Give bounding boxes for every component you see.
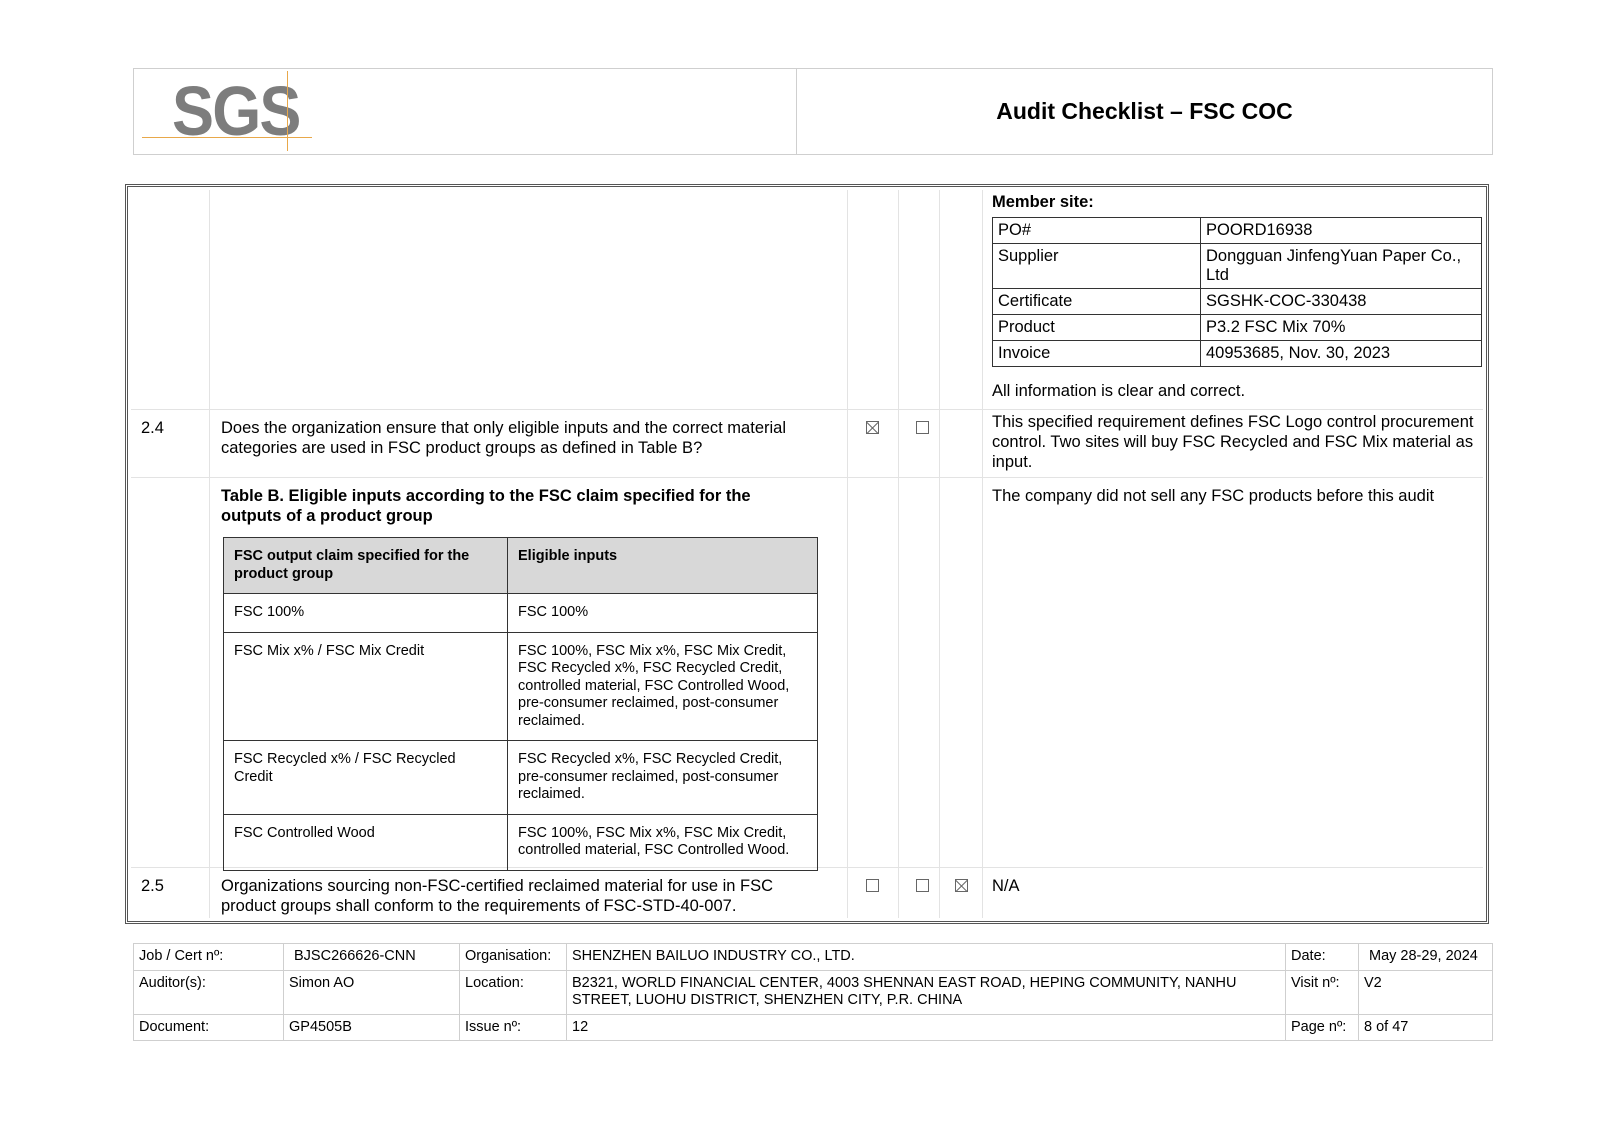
footer-value: Simon AO	[283, 969, 460, 1015]
footer-label: Organisation:	[459, 943, 567, 971]
auditor-comment: N/A	[992, 877, 1020, 895]
logo-accent-line	[287, 71, 288, 151]
footer-value: SHENZHEN BAILUO INDUSTRY CO., LTD.	[566, 943, 1286, 971]
requirement-question: Organizations sourcing non-FSC-certified…	[221, 877, 774, 915]
eligible-inputs-cell: FSC 100%, FSC Mix x%, FSC Mix Credit, FS…	[507, 631, 818, 741]
footer-label: Date:	[1285, 943, 1359, 971]
na-checkbox[interactable]	[955, 879, 968, 892]
footer-label: Auditor(s):	[133, 969, 284, 1015]
footer-value: BJSC266626-CNN	[283, 943, 460, 971]
column-divider	[982, 190, 983, 918]
table-b: FSC output claim specified for the produ…	[223, 537, 818, 871]
table-row: Document: GP4505B Issue nº: 12 Page nº: …	[133, 1013, 1493, 1041]
auditor-comment: This specified requirement defines FSC L…	[992, 413, 1474, 471]
auditor-comment: The company did not sell any FSC product…	[992, 487, 1435, 505]
eligible-inputs-cell: FSC Recycled x%, FSC Recycled Credit, pr…	[507, 740, 818, 815]
table-row: PO# POORD16938	[992, 217, 1482, 244]
requirement-question: Does the organization ensure that only e…	[221, 419, 786, 457]
table-row: Auditor(s): Simon AO Location: B2321, WO…	[133, 969, 1493, 1015]
no-checkbox[interactable]	[916, 421, 929, 434]
table-row: FSC Recycled x% / FSC Recycled Credit FS…	[223, 740, 818, 815]
footer-value: 12	[566, 1013, 1286, 1041]
column-header: FSC output claim specified for the produ…	[223, 537, 508, 594]
eligible-inputs-cell: FSC 100%	[507, 593, 818, 633]
checklist-table: Member site: PO# POORD16938 Supplier Don…	[125, 184, 1489, 924]
table-row: FSC Controlled Wood FSC 100%, FSC Mix x%…	[223, 813, 818, 871]
column-header: Eligible inputs	[507, 537, 818, 594]
member-site-note: All information is clear and correct.	[992, 382, 1246, 400]
member-field-label: Invoice	[992, 340, 1201, 367]
page-header: SGS Audit Checklist – FSC COC	[133, 68, 1493, 155]
output-claim-cell: FSC 100%	[223, 593, 508, 633]
member-field-value: SGSHK-COC-330438	[1200, 288, 1482, 315]
output-claim-cell: FSC Mix x% / FSC Mix Credit	[223, 631, 508, 741]
member-site-table: PO# POORD16938 Supplier Dongguan Jinfeng…	[992, 217, 1482, 367]
member-field-value: 40953685, Nov. 30, 2023	[1200, 340, 1482, 367]
footer-value: V2	[1358, 969, 1493, 1015]
member-field-value: Dongguan JinfengYuan Paper Co., Ltd	[1200, 243, 1482, 289]
member-field-value: P3.2 FSC Mix 70%	[1200, 314, 1482, 341]
footer-label: Page nº:	[1285, 1013, 1359, 1041]
table-row: Supplier Dongguan JinfengYuan Paper Co.,…	[992, 243, 1482, 289]
footer-value: GP4505B	[283, 1013, 460, 1041]
footer-label: Visit nº:	[1285, 969, 1359, 1015]
document-footer: Job / Cert nº: BJSC266626-CNN Organisati…	[133, 943, 1493, 1041]
table-row: Certificate SGSHK-COC-330438	[992, 288, 1482, 315]
sgs-logo: SGS	[172, 72, 301, 150]
yes-checkbox[interactable]	[866, 879, 879, 892]
logo-cell: SGS	[134, 69, 797, 154]
footer-label: Issue nº:	[459, 1013, 567, 1041]
table-header-row: FSC output claim specified for the produ…	[223, 537, 818, 594]
footer-label: Job / Cert nº:	[133, 943, 284, 971]
table-row: Job / Cert nº: BJSC266626-CNN Organisati…	[133, 943, 1493, 971]
row-divider	[131, 477, 1483, 478]
table-row: Invoice 40953685, Nov. 30, 2023	[992, 340, 1482, 367]
table-row: Product P3.2 FSC Mix 70%	[992, 314, 1482, 341]
column-divider	[209, 190, 210, 918]
footer-value: May 28-29, 2024	[1358, 943, 1493, 971]
member-field-value: POORD16938	[1200, 217, 1482, 244]
row-divider	[131, 409, 1483, 410]
column-divider	[898, 190, 899, 918]
row-number: 2.5	[141, 877, 164, 895]
member-field-label: Product	[992, 314, 1201, 341]
footer-value: B2321, WORLD FINANCIAL CENTER, 4003 SHEN…	[566, 969, 1286, 1015]
yes-checkbox[interactable]	[866, 421, 879, 434]
output-claim-cell: FSC Recycled x% / FSC Recycled Credit	[223, 740, 508, 815]
table-row: FSC Mix x% / FSC Mix Credit FSC 100%, FS…	[223, 631, 818, 741]
column-divider	[847, 190, 848, 918]
row-number: 2.4	[141, 419, 164, 437]
footer-value: 8 of 47	[1358, 1013, 1493, 1041]
member-site-label: Member site:	[992, 193, 1094, 211]
output-claim-cell: FSC Controlled Wood	[223, 813, 508, 871]
eligible-inputs-cell: FSC 100%, FSC Mix x%, FSC Mix Credit, co…	[507, 813, 818, 871]
table-b-title: Table B. Eligible inputs according to th…	[221, 487, 751, 525]
document-title: Audit Checklist – FSC COC	[996, 98, 1293, 124]
footer-label: Document:	[133, 1013, 284, 1041]
member-field-label: Supplier	[992, 243, 1201, 289]
column-divider	[939, 190, 940, 918]
table-row: FSC 100% FSC 100%	[223, 593, 818, 633]
no-checkbox[interactable]	[916, 879, 929, 892]
footer-label: Location:	[459, 969, 567, 1015]
member-field-label: Certificate	[992, 288, 1201, 315]
member-field-label: PO#	[992, 217, 1201, 244]
